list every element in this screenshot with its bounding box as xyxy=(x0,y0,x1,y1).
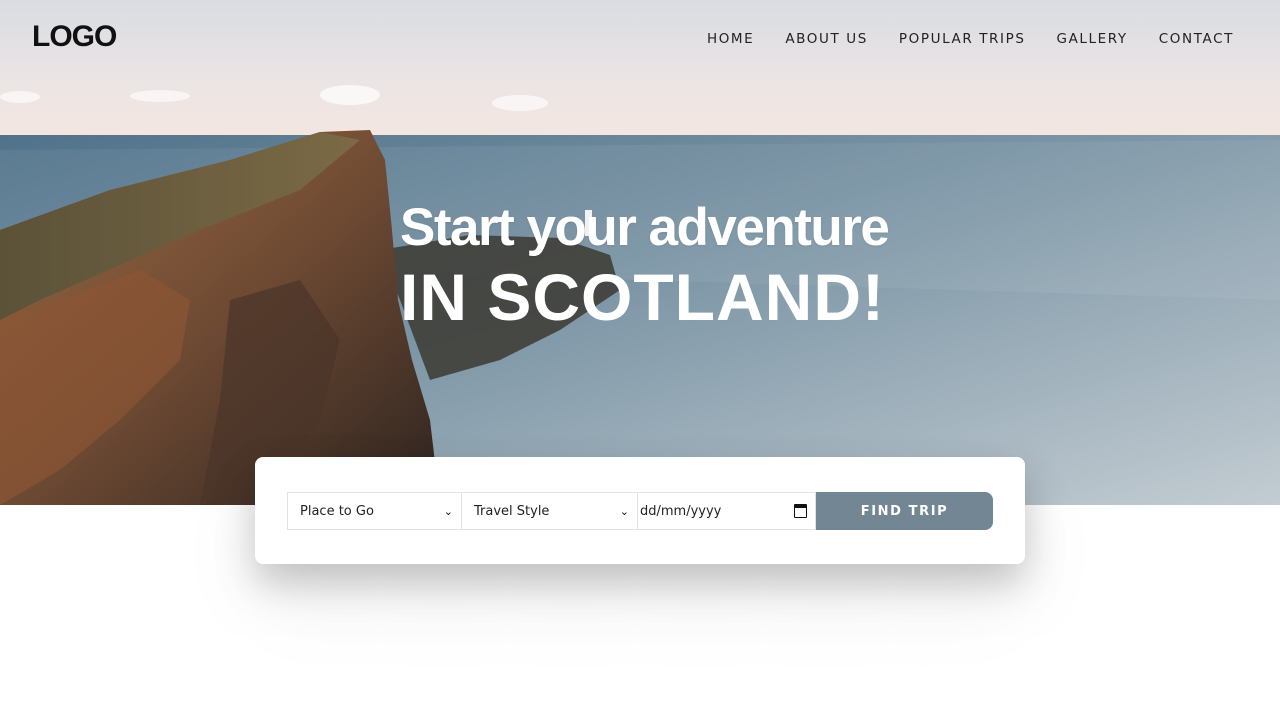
chevron-down-icon: ⌄ xyxy=(619,504,629,518)
find-trip-button[interactable]: FIND TRIP xyxy=(816,492,993,530)
nav-gallery[interactable]: GALLERY xyxy=(1057,31,1128,47)
hero-headline: Start your adventure IN SCOTLAND! xyxy=(400,195,890,335)
trip-search-card: Place to Go ⌄ Travel Style ⌄ dd/mm/yyyy … xyxy=(255,457,1025,564)
hero-title-line1: Start your adventure xyxy=(400,198,890,257)
nav-home[interactable]: HOME xyxy=(707,31,754,47)
hero-title-line2: IN SCOTLAND! xyxy=(400,260,885,334)
chevron-down-icon: ⌄ xyxy=(443,504,453,518)
place-select-value: Place to Go xyxy=(300,503,374,519)
calendar-icon[interactable] xyxy=(794,504,807,518)
place-select[interactable]: Place to Go ⌄ xyxy=(287,492,462,530)
date-input[interactable]: dd/mm/yyyy xyxy=(638,492,816,530)
hero-banner: LOGO HOME ABOUT US POPULAR TRIPS GALLERY… xyxy=(0,0,1280,505)
travel-style-select-value: Travel Style xyxy=(474,503,550,519)
nav-contact[interactable]: CONTACT xyxy=(1159,31,1234,47)
nav-popular-trips[interactable]: POPULAR TRIPS xyxy=(899,31,1026,47)
date-input-placeholder: dd/mm/yyyy xyxy=(640,503,722,519)
travel-style-select[interactable]: Travel Style ⌄ xyxy=(462,492,638,530)
site-logo[interactable]: LOGO xyxy=(32,20,117,54)
main-nav: HOME ABOUT US POPULAR TRIPS GALLERY CONT… xyxy=(676,31,1234,47)
search-form: Place to Go ⌄ Travel Style ⌄ dd/mm/yyyy … xyxy=(287,492,993,530)
nav-about-us[interactable]: ABOUT US xyxy=(785,31,868,47)
